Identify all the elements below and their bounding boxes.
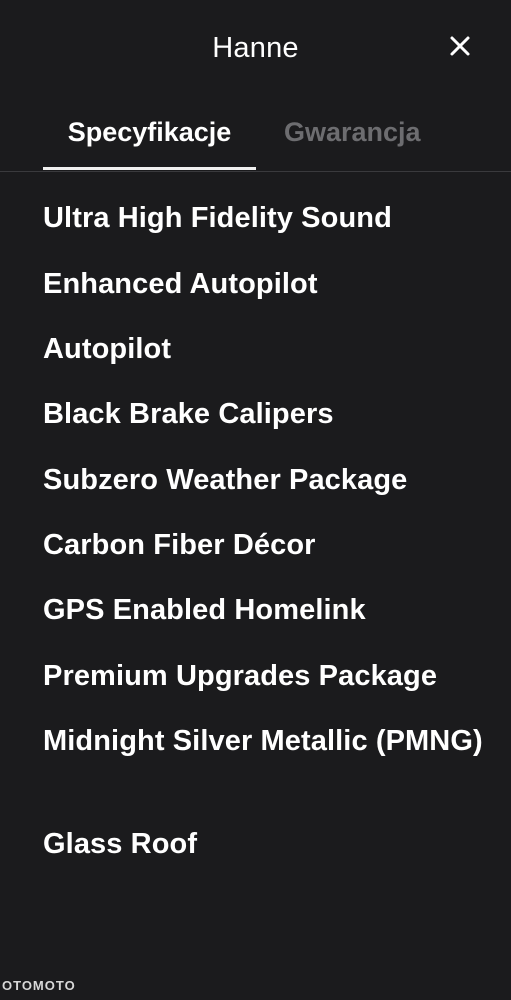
panel-header: Hanne (0, 0, 511, 100)
feature-item: Autopilot (43, 333, 172, 365)
feature-item: Glass Roof (43, 828, 198, 860)
feature-item: Enhanced Autopilot (43, 268, 318, 300)
active-tab-indicator (43, 167, 256, 170)
close-button[interactable] (444, 30, 476, 62)
spec-panel: Hanne Specyfikacje Gwarancja Ultra High … (0, 0, 511, 1000)
otomoto-watermark: OTOMOTO (2, 978, 76, 993)
feature-item: Carbon Fiber Décor (43, 529, 316, 561)
feature-item: Premium Upgrades Package (43, 660, 438, 692)
feature-item: GPS Enabled Homelink (43, 594, 366, 626)
feature-item: Ultra High Fidelity Sound (43, 202, 392, 234)
feature-item: Subzero Weather Package (43, 464, 408, 496)
feature-item: Midnight Silver Metallic (PMNG) (43, 725, 483, 757)
tab-divider (0, 171, 511, 172)
close-icon (450, 36, 470, 56)
feature-item: Black Brake Calipers (43, 398, 334, 430)
panel-title: Hanne (212, 32, 299, 64)
tab-gwarancja[interactable]: Gwarancja (284, 114, 421, 150)
tab-specyfikacje[interactable]: Specyfikacje (43, 114, 256, 150)
tab-bar: Specyfikacje Gwarancja (0, 100, 511, 172)
